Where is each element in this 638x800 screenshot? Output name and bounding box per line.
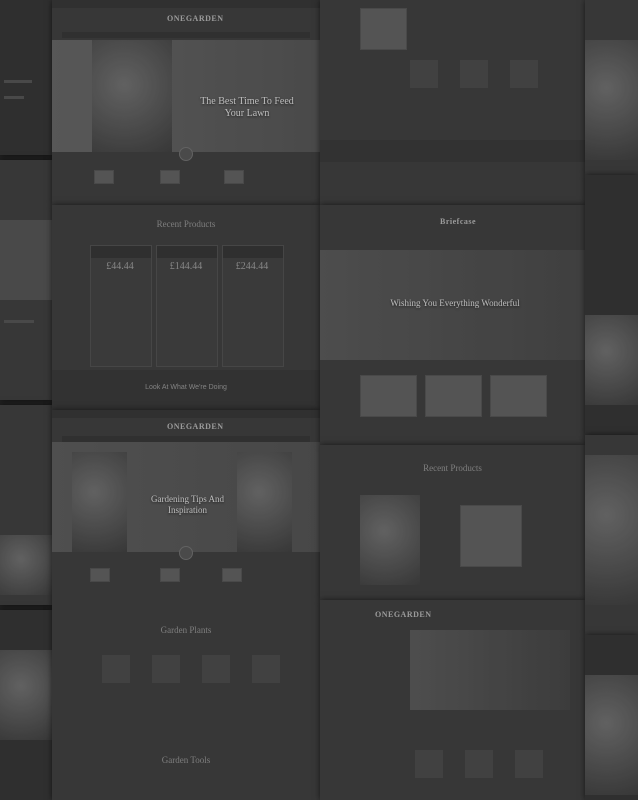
template-preview-pricing: Recent Products £44.44 £144.44 £244.44 L… <box>52 205 320 410</box>
template-preview-recent: Recent Products <box>320 445 585 600</box>
template-preview-briefcase: Briefcase Wishing You Everything Wonderf… <box>320 205 585 445</box>
left-edge-panel-2 <box>0 160 52 400</box>
left-edge-panel-4 <box>0 610 52 800</box>
briefcase-hero: Wishing You Everything Wonderful <box>320 250 585 360</box>
left-edge-panel-1 <box>0 0 52 155</box>
section-title-tools: Garden Tools <box>161 755 211 765</box>
template-preview-onegarden-1: ONEGARDEN The Best Time To Feed Your Law… <box>52 0 320 205</box>
section-title: Recent Products <box>156 219 216 229</box>
site-logo-2: ONEGARDEN <box>167 422 224 431</box>
hero-heading-2: Gardening Tips And Inspiration <box>150 494 224 515</box>
band-title: Look At What We're Doing <box>145 384 227 391</box>
site-logo: ONEGARDEN <box>167 14 224 23</box>
right-edge-panel-4 <box>585 635 638 800</box>
hero-heading: The Best Time To Feed Your Lawn <box>200 96 294 119</box>
price-1: £44.44 <box>106 261 134 272</box>
price-2: £144.44 <box>169 261 203 272</box>
briefcase-logo: Briefcase <box>440 217 477 226</box>
template-preview-shop-2: ONEGARDEN <box>320 600 585 800</box>
hero-banner: The Best Time To Feed Your Lawn <box>52 40 320 152</box>
section-title-recent-2: Recent Products <box>423 463 482 473</box>
right-edge-panel-3 <box>585 435 638 635</box>
right-edge-panel-1 <box>585 0 638 175</box>
shop-logo: ONEGARDEN <box>375 610 432 619</box>
right-edge-panel-2 <box>585 175 638 435</box>
template-preview-mosaic: ONEGARDEN The Best Time To Feed Your Law… <box>0 0 638 800</box>
template-preview-onegarden-2: ONEGARDEN Gardening Tips And Inspiration… <box>52 410 320 800</box>
section-title-plants: Garden Plants <box>160 625 212 635</box>
hero-banner-2: Gardening Tips And Inspiration <box>52 442 320 552</box>
left-edge-panel-3 <box>0 405 52 605</box>
price-3: £244.44 <box>235 261 269 272</box>
template-preview-shop <box>320 0 585 205</box>
briefcase-heading: Wishing You Everything Wonderful <box>390 298 520 308</box>
